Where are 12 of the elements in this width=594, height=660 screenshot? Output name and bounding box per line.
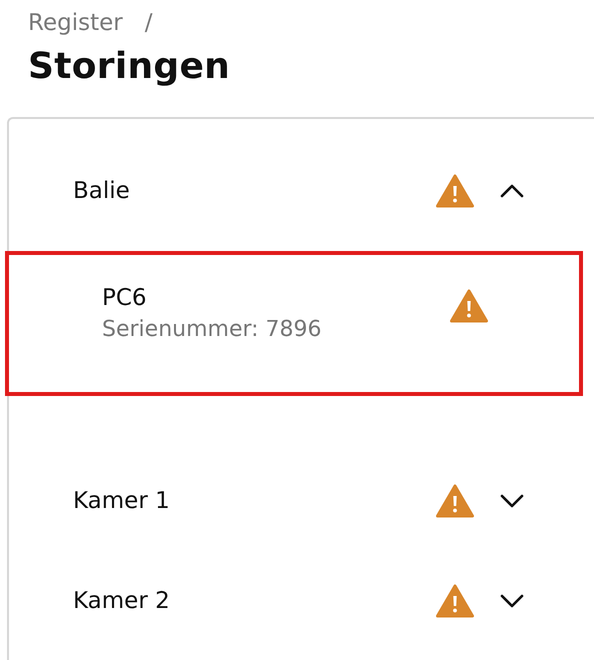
breadcrumb-link[interactable]: Register (28, 10, 123, 36)
device-name: PC6 (102, 285, 148, 311)
page-title: Storingen (28, 46, 232, 87)
device-item[interactable]: PC6 Serienummer: 7896 (5, 251, 583, 396)
chevron-down-icon[interactable] (500, 494, 524, 508)
breadcrumb-separator: / (144, 10, 152, 36)
chevron-down-icon[interactable] (500, 594, 524, 608)
group-name[interactable]: Balie (73, 178, 436, 204)
serial-number: Serienummer: 7896 (102, 317, 323, 342)
group-name[interactable]: Kamer 1 (73, 488, 436, 514)
group-name[interactable]: Kamer 2 (73, 588, 436, 614)
chevron-up-icon[interactable] (500, 184, 524, 198)
